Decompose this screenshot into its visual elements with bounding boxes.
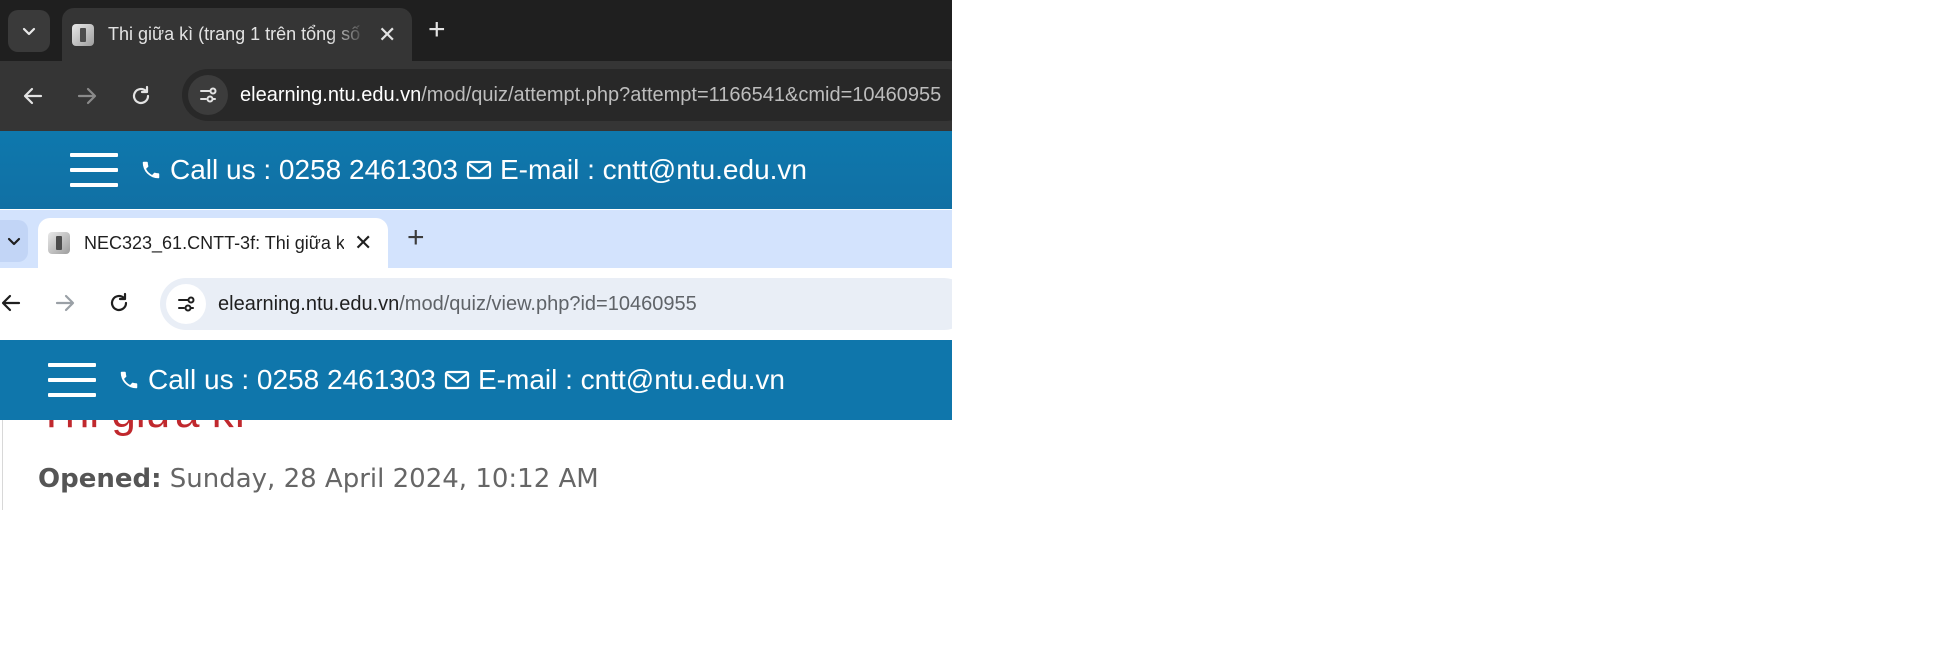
tab-quiz-attempt[interactable]: Thi giữa kì (trang 1 trên tổng số ✕ [62,8,412,61]
back-arrow-icon[interactable] [16,79,50,113]
close-tab-icon[interactable]: ✕ [354,230,372,256]
page-content: Thi giữa kì Opened: Sunday, 28 April 202… [0,420,952,510]
envelope-icon [466,160,492,180]
new-tab-button[interactable]: + [428,14,446,46]
site-header: Call us : 0258 2461303 E-mail : cntt@ntu… [0,131,952,209]
tab-title: NEC323_61.CNTT-3f: Thi giữa kì [84,232,344,253]
browser-window-quiz-view: NEC323_61.CNTT-3f: Thi giữa kì ✕ + elear… [0,210,952,510]
forward-arrow-icon[interactable] [48,286,82,320]
opened-value: Sunday, 28 April 2024, 10:12 AM [169,464,599,494]
browser-toolbar: elearning.ntu.edu.vn/mod/quiz/attempt.ph… [0,61,952,131]
site-info-icon[interactable] [166,284,206,324]
tab-search-button[interactable] [0,220,28,262]
address-bar[interactable]: elearning.ntu.edu.vn/mod/quiz/view.php?i… [160,278,952,330]
email-text[interactable]: E-mail : cntt@ntu.edu.vn [478,364,785,396]
site-info-icon[interactable] [188,75,228,115]
content-divider [2,420,3,510]
new-tab-button[interactable]: + [407,222,425,254]
page-title: Thi giữa kì [38,420,246,438]
tab-bar: NEC323_61.CNTT-3f: Thi giữa kì ✕ + [0,210,952,268]
chevron-down-icon [7,237,21,246]
reload-icon[interactable] [124,79,158,113]
site-header: Call us : 0258 2461303 E-mail : cntt@ntu… [0,340,952,420]
contact-bar: Call us : 0258 2461303 E-mail : cntt@ntu… [118,364,785,396]
site-favicon-icon [48,232,70,254]
opened-info: Opened: Sunday, 28 April 2024, 10:12 AM [38,464,599,494]
phone-text: Call us : 0258 2461303 [148,364,436,395]
opened-label: Opened: [38,464,162,494]
browser-toolbar: elearning.ntu.edu.vn/mod/quiz/view.php?i… [0,268,952,338]
tab-bar: Thi giữa kì (trang 1 trên tổng số ✕ + [0,0,952,61]
url-text: elearning.ntu.edu.vn/mod/quiz/attempt.ph… [240,83,942,106]
phone-icon [142,161,160,179]
browser-window-quiz-attempt: Thi giữa kì (trang 1 trên tổng số ✕ + el… [0,0,952,210]
email-text[interactable]: E-mail : cntt@ntu.edu.vn [500,154,807,186]
contact-bar: Call us : 0258 2461303 E-mail : cntt@ntu… [140,154,807,186]
close-tab-icon[interactable]: ✕ [378,22,396,48]
tab-quiz-view[interactable]: NEC323_61.CNTT-3f: Thi giữa kì ✕ [38,218,388,268]
envelope-icon [444,370,470,390]
menu-icon[interactable] [48,363,96,397]
menu-icon[interactable] [70,153,118,187]
site-favicon-icon [72,23,94,46]
forward-arrow-icon[interactable] [70,79,104,113]
url-text: elearning.ntu.edu.vn/mod/quiz/view.php?i… [218,292,697,315]
phone-icon [120,371,138,389]
tab-search-button[interactable] [8,10,50,52]
chevron-down-icon [22,27,36,36]
tab-title: Thi giữa kì (trang 1 trên tổng số [108,24,361,44]
reload-icon[interactable] [102,286,136,320]
address-bar[interactable]: elearning.ntu.edu.vn/mod/quiz/attempt.ph… [182,69,952,121]
phone-text: Call us : 0258 2461303 [170,154,458,185]
back-arrow-icon[interactable] [0,286,28,320]
